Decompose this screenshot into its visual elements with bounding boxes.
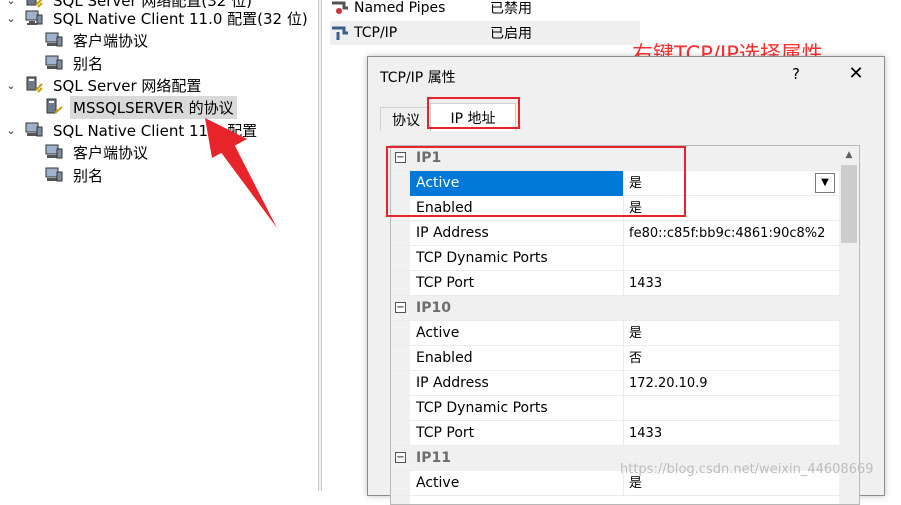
protocol-status: 已启用 [490,26,532,42]
property-value[interactable]: 否 [625,346,837,371]
tree-item-client-protocols-32[interactable]: 客户端协议 [44,29,151,51]
computer-icon [45,55,63,70]
tree-item-mssqlserver-protocols[interactable]: MSSQLSERVER 的协议 [44,95,237,119]
collapse-icon[interactable]: − [395,452,406,463]
tree-item-label: SQL Native Client 11.0 配置(32 位) [53,9,308,28]
tree-item-client-protocols[interactable]: 客户端协议 [44,141,151,163]
category-label: IP10 [416,300,451,316]
category-label: IP11 [416,450,451,466]
chevron-down-icon[interactable]: ⌄ [4,0,18,7]
tree-item-label: SQL Native Client 11.0 配置 [53,121,258,140]
property-row[interactable]: Active 是 [391,321,839,346]
tree-item-aliases-32[interactable]: 别名 [44,52,106,74]
protocol-name: Named Pipes [354,0,446,16]
protocol-name: TCP/IP [354,25,398,41]
property-value[interactable]: fe80::c85f:bb9c:4861:90c8%2 [625,221,837,246]
protocol-row-tcp-ip[interactable]: TCP/IP 已启用 [330,21,640,45]
property-row[interactable]: IP Address fe80::c85f:bb9c:4861:90c8%2 [391,221,839,246]
tree-item-label: 别名 [73,54,104,73]
tree-item-label: SQL Server 网络配置 [53,76,202,95]
network-config-icon [26,76,43,93]
collapse-icon[interactable]: − [395,302,406,313]
chevron-down-icon[interactable]: ▼ [815,173,835,193]
protocol-status: 已禁用 [490,1,532,17]
highlight-box-ip1 [386,146,686,217]
tab-protocol[interactable]: 协议 [380,107,432,131]
help-button[interactable]: ? [792,65,800,83]
computer-icon [45,144,63,159]
highlight-box-ip-tab [427,97,520,129]
property-row[interactable]: TCP Dynamic Ports [391,246,839,271]
property-name: IP Address [410,221,624,246]
tree-item-aliases[interactable]: 别名 [44,164,106,186]
property-row[interactable]: Enabled 否 [391,346,839,371]
protocol-row-named-pipes[interactable]: Named Pipes 已禁用 [330,0,532,20]
property-value[interactable]: 1433 [625,271,837,296]
scroll-up-icon[interactable]: ▲ [839,146,859,164]
tree-item-native-client[interactable]: ⌄ SQL Native Client 11.0 配置 [4,119,260,141]
property-row[interactable]: TCP Port 1433 [391,271,839,296]
chevron-down-icon[interactable]: ⌄ [4,124,18,137]
property-name: Active [410,471,624,496]
property-value[interactable]: 172.20.10.9 [625,371,837,396]
protocol-icon [46,98,63,114]
dialog-title: TCP/IP 属性 [380,70,456,86]
tree-item-sql-server-network[interactable]: ⌄ SQL Server 网络配置 [4,74,204,96]
property-name: TCP Dynamic Ports [410,246,624,271]
property-name: TCP Port [410,271,624,296]
property-value[interactable] [625,396,837,421]
property-row[interactable]: TCP Port 1433 [391,421,839,446]
property-name: Enabled [410,346,624,371]
computer-icon [25,10,43,25]
scroll-thumb[interactable] [841,165,857,243]
property-value[interactable]: 1433 [625,421,837,446]
property-row[interactable]: TCP Dynamic Ports [391,396,839,421]
pipe-icon [332,26,348,40]
tree-item-label: 别名 [73,166,104,185]
chevron-down-icon[interactable]: ⌄ [4,79,18,92]
pipe-icon [332,1,348,14]
tree-item-label: MSSQLSERVER 的协议 [70,95,237,119]
category-row-ip10[interactable]: − IP10 [391,296,839,321]
property-value[interactable]: 是 [625,321,837,346]
property-name: TCP Port [410,421,624,446]
computer-icon [25,122,43,137]
tree-item-native-client-32[interactable]: ⌄ SQL Native Client 11.0 配置(32 位) [4,7,311,29]
computer-icon [45,32,63,47]
property-value[interactable] [625,246,837,271]
property-name: IP Address [410,371,624,396]
property-row[interactable]: IP Address 172.20.10.9 [391,371,839,396]
watermark: https://blog.csdn.net/weixin_44608669 [620,462,874,477]
navigation-tree: ⌄ SQL Server 网络配置(32 位) ⌄ SQL Native Cli… [0,0,318,491]
computer-icon [45,167,63,182]
chevron-down-icon[interactable]: ⌄ [4,12,18,25]
tree-item-label: 客户端协议 [73,143,149,162]
close-button[interactable]: ✕ [846,63,866,85]
tree-item-label: 客户端协议 [73,31,149,50]
property-name: TCP Dynamic Ports [410,396,624,421]
property-name: Active [410,321,624,346]
vertical-scrollbar[interactable]: ▲ [839,146,859,504]
